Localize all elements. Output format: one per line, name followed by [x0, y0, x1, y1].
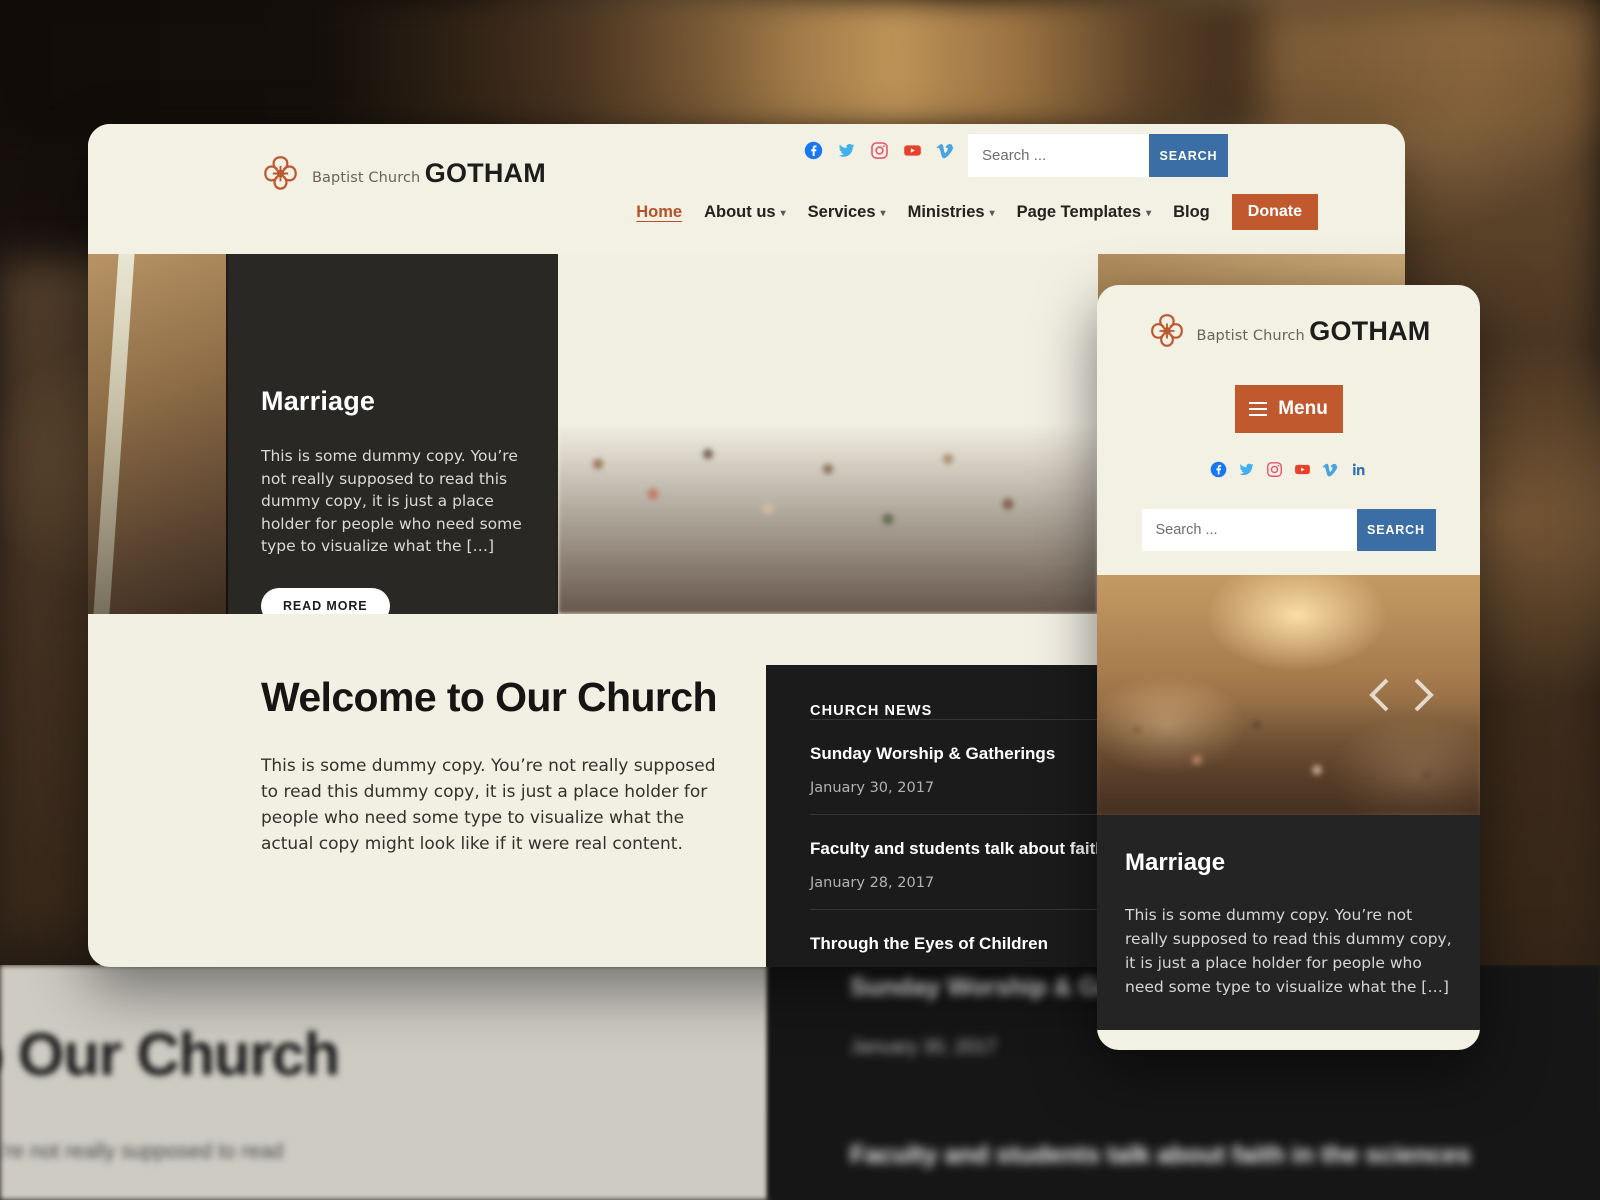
- twitter-icon[interactable]: [837, 141, 856, 160]
- nav-label-blog: Blog: [1173, 202, 1210, 221]
- chevron-right-icon[interactable]: [1408, 673, 1442, 717]
- chevron-left-icon[interactable]: [1361, 673, 1395, 717]
- mobile-hero-congregation-detail: [1097, 700, 1480, 815]
- flower-cross-icon: [1147, 311, 1187, 351]
- nav-label-home: Home: [636, 202, 683, 221]
- chevron-down-icon: ▾: [989, 207, 995, 219]
- linkedin-icon[interactable]: [1350, 461, 1367, 483]
- chevron-down-icon: ▾: [1146, 207, 1152, 219]
- nav-label-page-templates: Page Templates: [1016, 202, 1142, 221]
- welcome-section: Welcome to Our Church This is some dummy…: [88, 614, 766, 857]
- mobile-search: SEARCH: [1141, 509, 1436, 551]
- primary-navigation: Home About us ▾ Services ▾ Ministries ▾ …: [625, 194, 1318, 230]
- nav-item-blog[interactable]: Blog: [1162, 203, 1221, 222]
- chevron-down-icon: ▾: [780, 207, 786, 219]
- logo-subtitle: Baptist Church: [312, 170, 421, 187]
- header-search: SEARCH: [968, 134, 1228, 177]
- blurred-news-date-1: January 30, 2017: [850, 1037, 997, 1058]
- facebook-icon[interactable]: [1210, 461, 1227, 483]
- blurred-welcome-heading: ne to Our Church: [0, 1021, 340, 1088]
- read-more-button[interactable]: READ MORE: [261, 587, 390, 614]
- mobile-menu-button[interactable]: Menu: [1234, 385, 1343, 433]
- youtube-icon[interactable]: [903, 141, 922, 160]
- mobile-site-logo[interactable]: Baptist Church GOTHAM: [1147, 311, 1431, 351]
- search-input[interactable]: [968, 134, 1149, 177]
- mobile-slide-content: Marriage This is some dummy copy. You’re…: [1097, 815, 1480, 1030]
- hero-slide-title: Marriage: [261, 386, 376, 416]
- chevron-down-icon: ▾: [880, 207, 886, 219]
- page-title: Welcome to Our Church: [261, 674, 718, 720]
- social-links: [804, 141, 988, 160]
- hero-slide-content: Marriage This is some dummy copy. You’re…: [261, 386, 531, 614]
- youtube-icon[interactable]: [1294, 461, 1311, 483]
- nav-label-about-us: About us: [704, 202, 776, 221]
- nav-item-home[interactable]: Home: [625, 203, 693, 222]
- mobile-logo-title: GOTHAM: [1309, 315, 1431, 346]
- mobile-search-input[interactable]: [1141, 509, 1357, 551]
- welcome-body-text: This is some dummy copy. You’re not real…: [261, 756, 716, 854]
- nav-item-services[interactable]: Services ▾: [797, 203, 897, 222]
- hamburger-icon: [1249, 401, 1268, 417]
- mobile-menu-label: Menu: [1278, 398, 1328, 419]
- vimeo-icon[interactable]: [1322, 461, 1339, 483]
- instagram-icon[interactable]: [1266, 461, 1283, 483]
- twitter-icon[interactable]: [1238, 461, 1255, 483]
- hero-congregation-detail: [558, 424, 1098, 614]
- nav-label-services: Services: [807, 202, 876, 221]
- mobile-slide-description: This is some dummy copy. You’re not real…: [1125, 906, 1452, 996]
- nav-item-ministries[interactable]: Ministries ▾: [897, 203, 1006, 222]
- mobile-hero-slider: [1097, 575, 1480, 815]
- facebook-icon[interactable]: [804, 141, 823, 160]
- flower-cross-icon: [260, 153, 301, 194]
- search-button[interactable]: SEARCH: [1149, 134, 1228, 177]
- nav-item-page-templates[interactable]: Page Templates ▾: [1006, 203, 1162, 222]
- mobile-slide-title: Marriage: [1125, 849, 1226, 876]
- mobile-search-button[interactable]: SEARCH: [1356, 509, 1436, 551]
- blurred-welcome-body: mmy copy. You’re not really supposed to …: [0, 1140, 284, 1163]
- mobile-preview-card: Baptist Church GOTHAM Menu SEARCH: [1097, 285, 1480, 1050]
- blurred-news-title-2: Faculty and students talk about faith in…: [850, 1141, 1471, 1169]
- site-logo[interactable]: Baptist Church GOTHAM: [260, 153, 546, 194]
- mobile-header: Baptist Church GOTHAM Menu SEARCH: [1097, 285, 1480, 551]
- nav-label-ministries: Ministries: [907, 202, 985, 221]
- site-header: Baptist Church GOTHAM SEARCH Home About …: [88, 124, 1405, 254]
- vimeo-icon[interactable]: [936, 141, 955, 160]
- instagram-icon[interactable]: [870, 141, 889, 160]
- nav-item-about-us[interactable]: About us ▾: [693, 203, 797, 222]
- logo-title: GOTHAM: [424, 158, 546, 189]
- donate-button[interactable]: Donate: [1231, 194, 1318, 230]
- mobile-logo-subtitle: Baptist Church: [1196, 327, 1305, 344]
- hero-slide-description: This is some dummy copy. You’re not real…: [261, 447, 522, 555]
- mobile-social-links: [1097, 461, 1480, 483]
